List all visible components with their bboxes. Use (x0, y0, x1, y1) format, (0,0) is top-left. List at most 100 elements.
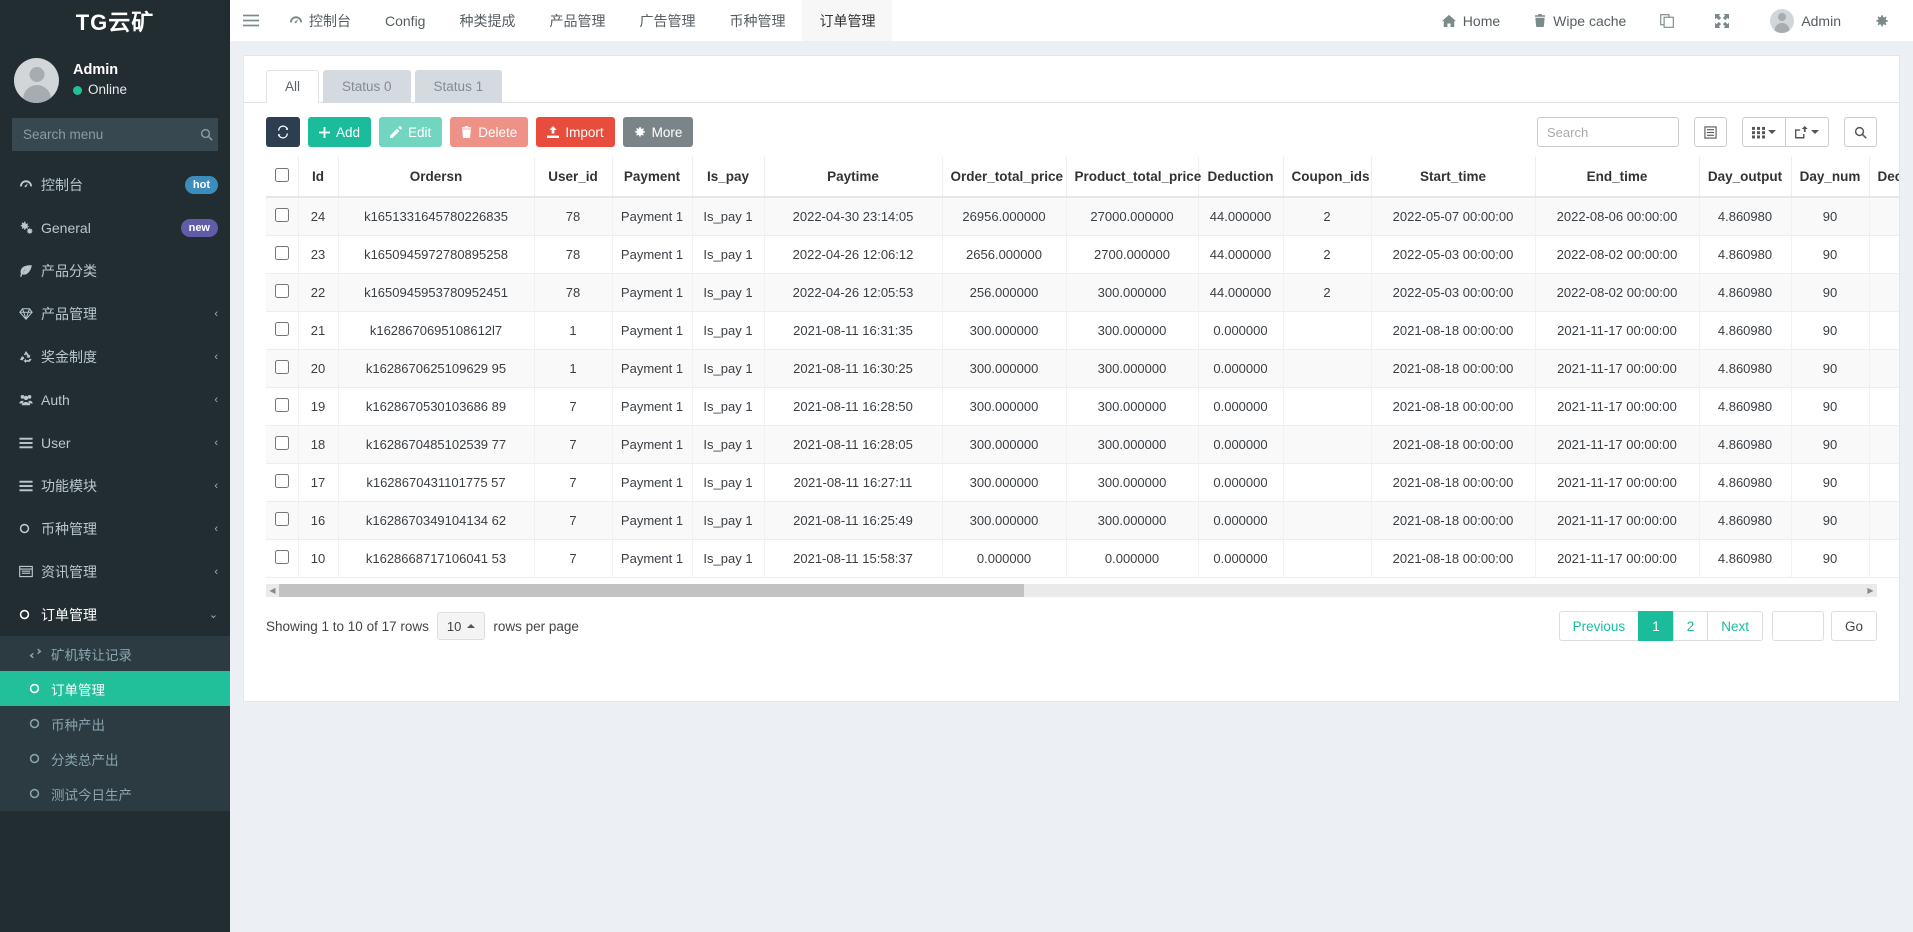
column-header-dec_day_num[interactable]: Dec_day_num (1869, 157, 1899, 197)
table-row[interactable]: 23k165094597278089525878Payment 1Is_pay … (266, 236, 1899, 274)
row-select-cell[interactable] (266, 540, 298, 578)
sidebar-subitem-0[interactable]: 矿机转让记录 (0, 636, 230, 671)
table-row[interactable]: 18k1628670485102539 777Payment 1Is_pay 1… (266, 426, 1899, 464)
row-checkbox[interactable] (275, 550, 289, 564)
goto-page-input[interactable] (1772, 611, 1824, 641)
sidebar-item-1[interactable]: Generalnew (0, 206, 230, 249)
more-button[interactable]: More (623, 117, 694, 147)
previous-page-button[interactable]: Previous (1559, 611, 1640, 641)
column-header-ordersn[interactable]: Ordersn (338, 157, 534, 197)
column-header-coupon_ids[interactable]: Coupon_ids (1283, 157, 1371, 197)
page-button-2[interactable]: 2 (1673, 611, 1709, 641)
sidebar-item-7[interactable]: 功能模块‹ (0, 464, 230, 507)
scroll-right-icon[interactable]: ▶ (1864, 584, 1877, 597)
table-row[interactable]: 16k1628670349104134 627Payment 1Is_pay 1… (266, 502, 1899, 540)
topnav-item-5[interactable]: 币种管理 (712, 0, 802, 41)
next-page-button[interactable]: Next (1707, 611, 1763, 641)
column-header-user_id[interactable]: User_id (534, 157, 612, 197)
row-select-cell[interactable] (266, 197, 298, 236)
table-search-input[interactable] (1537, 117, 1679, 147)
columns-icon[interactable] (1742, 117, 1786, 147)
row-checkbox[interactable] (275, 284, 289, 298)
import-button[interactable]: Import (536, 117, 614, 147)
topnav-item-4[interactable]: 广告管理 (622, 0, 712, 41)
brand-logo[interactable]: TG云矿 (0, 0, 230, 42)
page-button-1[interactable]: 1 (1638, 611, 1674, 641)
column-header-day_num[interactable]: Day_num (1791, 157, 1869, 197)
row-select-cell[interactable] (266, 388, 298, 426)
search-icon[interactable] (200, 128, 213, 141)
refresh-button[interactable] (266, 117, 300, 147)
topnav-item-3[interactable]: 产品管理 (532, 0, 622, 41)
select-all-checkbox[interactable] (275, 168, 289, 182)
row-checkbox[interactable] (275, 360, 289, 374)
row-checkbox[interactable] (275, 208, 289, 222)
row-select-cell[interactable] (266, 236, 298, 274)
topbar-action-3[interactable] (1698, 0, 1753, 41)
row-select-cell[interactable] (266, 350, 298, 388)
toggle-view-icon[interactable] (1694, 117, 1727, 147)
topbar-action-5[interactable] (1858, 0, 1913, 41)
topbar-action-2[interactable] (1643, 0, 1698, 41)
column-header-day_output[interactable]: Day_output (1699, 157, 1791, 197)
horizontal-scrollbar[interactable]: ◀ ▶ (266, 584, 1877, 597)
row-select-cell[interactable] (266, 502, 298, 540)
select-all-header[interactable] (266, 157, 298, 197)
table-row[interactable]: 19k1628670530103686 897Payment 1Is_pay 1… (266, 388, 1899, 426)
sidebar-subitem-4[interactable]: 测试今日生产 (0, 776, 230, 811)
sidebar-subitem-2[interactable]: 币种产出 (0, 706, 230, 741)
row-checkbox[interactable] (275, 436, 289, 450)
column-header-start_time[interactable]: Start_time (1371, 157, 1535, 197)
topbar-action-1[interactable]: Wipe cache (1517, 0, 1643, 41)
table-row[interactable]: 21k1628670695108612l71Payment 1Is_pay 12… (266, 312, 1899, 350)
tab-all[interactable]: All (266, 70, 319, 103)
row-checkbox[interactable] (275, 398, 289, 412)
topnav-item-2[interactable]: 种类提成 (442, 0, 532, 41)
tab-status-0[interactable]: Status 0 (323, 70, 411, 103)
topbar-action-4[interactable]: Admin (1753, 0, 1858, 41)
table-row[interactable]: 10k1628668717106041 537Payment 1Is_pay 1… (266, 540, 1899, 578)
sidebar-item-5[interactable]: Auth‹ (0, 378, 230, 421)
row-checkbox[interactable] (275, 246, 289, 260)
rows-per-page-select[interactable]: 10 (437, 612, 485, 640)
sidebar-item-4[interactable]: 奖金制度‹ (0, 335, 230, 378)
row-select-cell[interactable] (266, 312, 298, 350)
column-header-deduction[interactable]: Deduction (1198, 157, 1283, 197)
column-header-payment[interactable]: Payment (612, 157, 692, 197)
topnav-item-1[interactable]: Config (368, 0, 442, 41)
delete-button[interactable]: Delete (450, 117, 528, 147)
export-icon[interactable] (1786, 117, 1829, 147)
sidebar-search[interactable] (12, 118, 218, 151)
topbar-action-0[interactable]: Home (1425, 0, 1517, 41)
search-icon[interactable] (1844, 117, 1877, 147)
column-header-product_total_price[interactable]: Product_total_price (1066, 157, 1198, 197)
search-menu-input[interactable] (23, 127, 200, 142)
topnav-item-6[interactable]: 订单管理 (802, 0, 892, 41)
sidebar-item-9[interactable]: 资讯管理‹ (0, 550, 230, 593)
column-header-id[interactable]: Id (298, 157, 338, 197)
sidebar-item-6[interactable]: User‹ (0, 421, 230, 464)
sidebar-item-0[interactable]: 控制台hot (0, 163, 230, 206)
sidebar-item-10[interactable]: 订单管理⌄ (0, 593, 230, 636)
topnav-item-0[interactable]: 控制台 (272, 0, 368, 41)
sidebar-subitem-1[interactable]: 订单管理 (0, 671, 230, 706)
row-checkbox[interactable] (275, 474, 289, 488)
sidebar-subitem-3[interactable]: 分类总产出 (0, 741, 230, 776)
sidebar-item-3[interactable]: 产品管理‹ (0, 292, 230, 335)
table-row[interactable]: 17k1628670431101775 577Payment 1Is_pay 1… (266, 464, 1899, 502)
row-select-cell[interactable] (266, 426, 298, 464)
hamburger-icon[interactable] (230, 0, 272, 41)
row-checkbox[interactable] (275, 512, 289, 526)
row-select-cell[interactable] (266, 274, 298, 312)
table-row[interactable]: 20k1628670625109629 951Payment 1Is_pay 1… (266, 350, 1899, 388)
scroll-left-icon[interactable]: ◀ (266, 584, 279, 597)
tab-status-1[interactable]: Status 1 (415, 70, 503, 103)
column-header-paytime[interactable]: Paytime (764, 157, 942, 197)
column-header-end_time[interactable]: End_time (1535, 157, 1699, 197)
scrollbar-thumb[interactable] (279, 584, 1024, 597)
scrollbar-track[interactable] (279, 584, 1864, 597)
go-button[interactable]: Go (1831, 611, 1877, 641)
add-button[interactable]: Add (308, 117, 371, 147)
column-header-order_total_price[interactable]: Order_total_price (942, 157, 1066, 197)
sidebar-item-2[interactable]: 产品分类 (0, 249, 230, 292)
